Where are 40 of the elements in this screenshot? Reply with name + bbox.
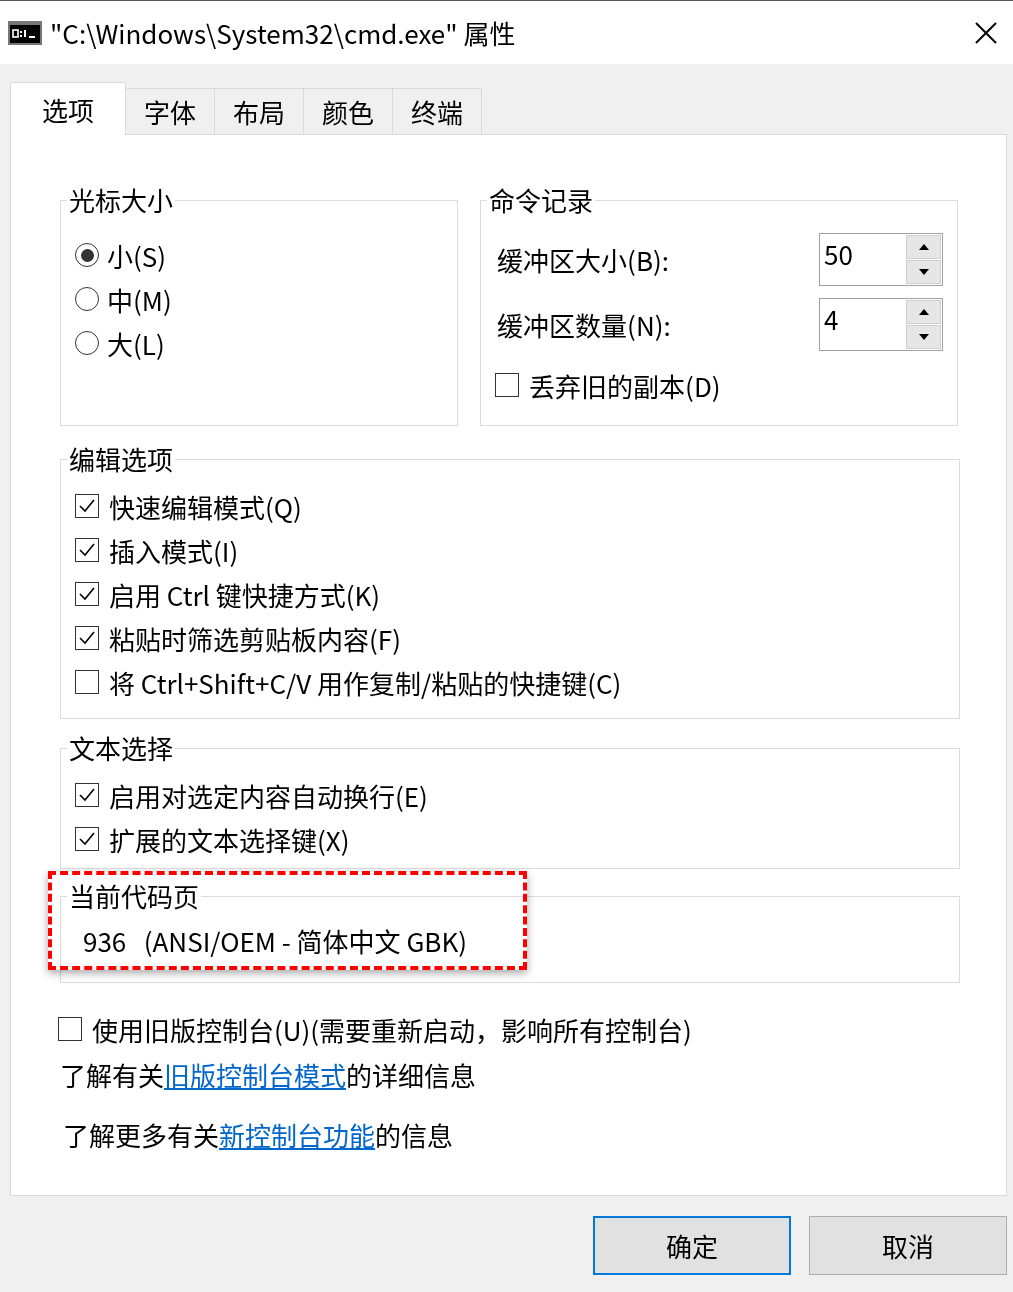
- checkbox-label: 扩展的文本选择键(X): [109, 820, 350, 858]
- group-title: 当前代码页: [68, 881, 200, 911]
- tab[interactable]: 选项: [10, 82, 126, 135]
- window-title: "C:\Windows\System32\cmd.exe" 属性: [50, 14, 517, 51]
- checkbox[interactable]: [75, 626, 99, 650]
- field-label: 缓冲区大小(B):: [497, 240, 669, 278]
- group-title: 光标大小: [68, 185, 174, 215]
- terminal-icon: [8, 20, 42, 45]
- field-label: 缓冲区数量(N):: [497, 305, 671, 343]
- radio-label: 小(S): [107, 236, 167, 274]
- checkbox-label: 快速编辑模式(Q): [109, 487, 302, 525]
- checkbox[interactable]: [75, 827, 99, 851]
- close-icon[interactable]: [975, 21, 997, 44]
- checkbox[interactable]: [75, 670, 99, 694]
- checkbox[interactable]: [75, 783, 99, 807]
- checkbox-label: 将 Ctrl+Shift+C/V 用作复制/粘贴的快捷键(C): [109, 663, 622, 701]
- checkbox-label: 插入模式(I): [109, 531, 239, 569]
- checkbox[interactable]: [75, 494, 99, 518]
- checkbox[interactable]: [75, 538, 99, 562]
- checkbox[interactable]: [495, 373, 520, 397]
- group-title: 编辑选项: [68, 444, 174, 474]
- checkbox-label: 启用 Ctrl 键快捷方式(K): [109, 575, 381, 613]
- checkbox-label: 启用对选定内容自动换行(E): [109, 776, 428, 814]
- checkbox-label: 丢弃旧的副本(D): [529, 366, 721, 404]
- group-title: 命令记录: [488, 185, 595, 215]
- radio-label: 中(M): [107, 280, 172, 318]
- checkbox-label: 粘贴时筛选剪贴板内容(F): [109, 619, 401, 657]
- checkbox-label: 使用旧版控制台(U)(需要重新启动，影响所有控制台): [92, 1010, 692, 1048]
- tab[interactable]: 终端: [392, 88, 483, 134]
- dialog-button[interactable]: 取消: [809, 1216, 1007, 1275]
- radio-label: 大(L): [107, 324, 165, 362]
- group-title: 文本选择: [68, 733, 174, 763]
- info-text: 了解更多有关新控制台功能的信息: [63, 1117, 455, 1153]
- checkbox[interactable]: [75, 582, 99, 606]
- dialog-button[interactable]: 确定: [593, 1216, 791, 1275]
- info-text: 了解有关旧版控制台模式的详细信息: [60, 1057, 478, 1093]
- link[interactable]: 新控制台功能: [219, 1116, 376, 1153]
- link[interactable]: 旧版控制台模式: [164, 1056, 347, 1093]
- code-page-value: 936 (ANSI/OEM - 简体中文 GBK): [82, 923, 468, 959]
- checkbox[interactable]: [58, 1017, 82, 1041]
